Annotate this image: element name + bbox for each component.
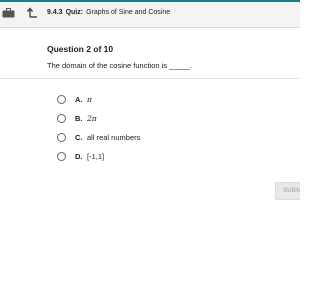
- option-d[interactable]: D. [-1,1]: [57, 151, 257, 165]
- option-text: 2π: [87, 114, 97, 123]
- option-b[interactable]: B. 2π: [57, 113, 257, 127]
- back-arrow-icon[interactable]: [27, 6, 39, 19]
- header-accent-line: [0, 0, 300, 2]
- option-text: all real numbers: [87, 133, 141, 142]
- question-text: The domain of the cosine function is ___…: [47, 61, 193, 70]
- option-letter: B.: [75, 114, 83, 123]
- radio-button[interactable]: [57, 95, 66, 104]
- radio-button[interactable]: [57, 152, 66, 161]
- quiz-kind: Quiz:: [65, 9, 84, 16]
- option-letter: D.: [75, 152, 83, 161]
- quiz-header-bar: 9.4.3 Quiz: Graphs of Sine and Cosine: [0, 0, 300, 28]
- option-letter: A.: [75, 95, 83, 104]
- divider: [0, 78, 300, 79]
- option-text: π: [87, 95, 92, 104]
- option-a[interactable]: A. π: [57, 94, 257, 108]
- quiz-title: Graphs of Sine and Cosine: [86, 9, 171, 16]
- question-heading: Question 2 of 10: [47, 44, 114, 54]
- quiz-title-line: 9.4.3 Quiz: Graphs of Sine and Cosine: [47, 9, 170, 16]
- option-letter: C.: [75, 133, 83, 142]
- quiz-number: 9.4.3: [47, 9, 63, 16]
- radio-button[interactable]: [57, 133, 66, 142]
- submit-button[interactable]: SUBMIT: [275, 182, 300, 200]
- radio-button[interactable]: [57, 114, 66, 123]
- briefcase-icon[interactable]: [2, 8, 15, 18]
- option-text: [-1,1]: [87, 152, 105, 161]
- option-c[interactable]: C. all real numbers: [57, 132, 257, 146]
